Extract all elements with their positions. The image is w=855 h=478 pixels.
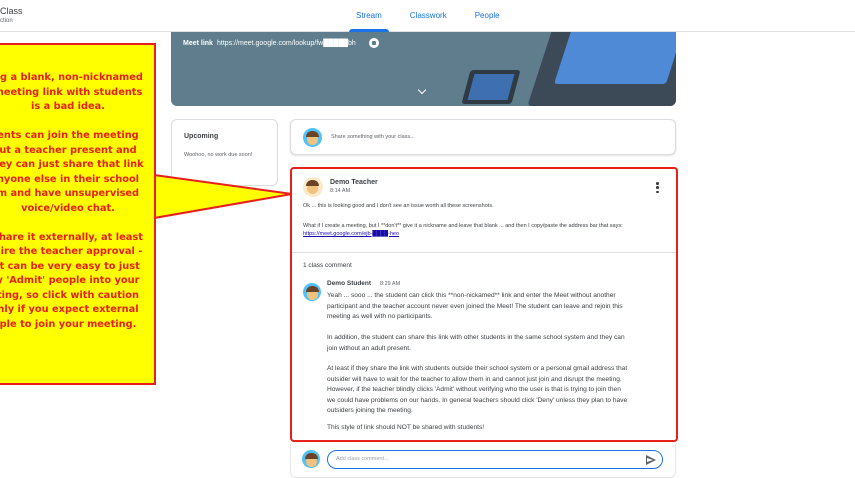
student-avatar <box>303 283 321 301</box>
callout-line: share it externally, at least <box>0 231 143 243</box>
callout-paragraph-2: ents can join the meeting ut a teacher p… <box>0 129 146 216</box>
comment-author: Demo Student <box>327 280 372 287</box>
avatar <box>303 128 322 147</box>
comment-line: outsider will have to wait for the teach… <box>327 375 622 383</box>
comment-line: However, if the teacher blindly clicks '… <box>327 386 621 393</box>
more-options-icon[interactable] <box>656 182 659 193</box>
meet-link-url[interactable]: https://meet.google.com/lookup/fw█████bh <box>217 40 356 47</box>
avatar <box>302 450 320 468</box>
teacher-avatar <box>303 177 323 197</box>
post-text-paragraph-1: Ok ... this is looking good and I don't … <box>303 203 494 209</box>
banner-tablet-screen <box>467 74 515 100</box>
chevron-down-icon[interactable] <box>417 85 427 95</box>
add-comment-placeholder[interactable]: Add class comment... <box>336 456 389 462</box>
callout-line: m and have unsupervised <box>0 188 140 199</box>
callout-line: y 'Admit' people into your <box>0 275 140 286</box>
callout-paragraph-3: share it externally, at least uire the t… <box>0 231 146 333</box>
callout-line: it can be very easy to just <box>0 260 140 272</box>
class-tabs: Stream Classwork People <box>345 0 511 32</box>
banner-laptop-screen <box>553 32 676 84</box>
class-title[interactable]: Class <box>0 6 23 16</box>
send-icon[interactable] <box>646 455 656 465</box>
comment-line: we could have problems on our hands. In … <box>327 396 628 404</box>
share-placeholder[interactable]: Share something with your class... <box>331 134 415 140</box>
callout-line: is a bad idea. <box>30 101 106 112</box>
callout-line: hey can just share that link <box>0 159 144 170</box>
add-comment-input[interactable]: Add class comment... <box>327 450 663 469</box>
divider <box>292 252 676 253</box>
tab-people[interactable]: People <box>464 0 511 32</box>
post-time: 8:14 AM <box>330 188 351 194</box>
tab-classwork[interactable]: Classwork <box>399 0 458 32</box>
comment-line: join without an adult present. <box>327 344 411 352</box>
comment-line: meeting as well with no participants. <box>327 313 433 320</box>
comment-count[interactable]: 1 class comment <box>303 262 352 269</box>
comment-line: This style of link should NOT be shared … <box>327 424 485 431</box>
avatar-hair-icon <box>306 131 319 137</box>
callout-line: ple to join your meeting. <box>0 318 137 330</box>
upcoming-empty-text: Woohoo, no work due soon! <box>184 152 253 158</box>
avatar-hair-icon <box>305 453 318 459</box>
upcoming-title: Upcoming <box>184 133 219 140</box>
comment-line: outsiders joining the meeting. <box>327 407 413 414</box>
callout-text: ng a blank, non-nicknamed meeting link w… <box>0 71 146 347</box>
class-section: ction <box>0 18 13 24</box>
warning-callout: ng a blank, non-nicknamed meeting link w… <box>0 43 156 385</box>
upcoming-card: Upcoming Woohoo, no work due soon! <box>171 119 278 186</box>
comment-line: At least if they share the link with stu… <box>327 365 628 372</box>
tab-stream[interactable]: Stream <box>345 0 393 32</box>
callout-line: voice/video chat. <box>21 202 115 214</box>
class-banner: Meet link https://meet.google.com/lookup… <box>171 32 676 106</box>
callout-line: nyone else in their school <box>0 173 140 185</box>
top-nav-bar: Class ction Stream Classwork People <box>0 0 855 32</box>
callout-line: ut a teacher present and <box>0 144 137 156</box>
post-author: Demo Teacher <box>330 179 378 186</box>
share-box[interactable]: Share something with your class... <box>290 119 676 155</box>
comment-line: In addition, the student can share this … <box>327 334 625 341</box>
post-meet-link[interactable]: https://meet.google.com/ejb-████-heo <box>303 231 399 237</box>
post-text-paragraph-2: What if I create a meeting, but I **don'… <box>303 222 668 238</box>
callout-line: uire the teacher approval - <box>0 246 143 257</box>
comment-line: Yeah ... sooo ... the student can click … <box>327 292 616 299</box>
callout-line: ng a blank, non-nicknamed <box>0 72 143 83</box>
post-text-2: What if I create a meeting, but I **don'… <box>303 223 623 229</box>
stream-post: Demo Teacher 8:14 AM Ok ... this is look… <box>290 167 678 442</box>
meet-video-icon[interactable] <box>369 38 379 48</box>
callout-line: nly if you expect external <box>0 304 139 315</box>
avatar-hair-icon <box>306 180 319 186</box>
avatar-hair-icon <box>306 286 319 292</box>
comment-line: participant and the teacher account neve… <box>327 302 623 310</box>
meet-link-label: Meet link <box>183 40 213 47</box>
callout-line: ents can join the meeting <box>0 130 139 141</box>
callout-line: ting, so click with caution <box>0 289 139 301</box>
callout-line: meeting link with students <box>0 86 143 98</box>
callout-paragraph-1: ng a blank, non-nicknamed meeting link w… <box>0 71 146 115</box>
comment-time: 8:29 AM <box>380 280 401 287</box>
